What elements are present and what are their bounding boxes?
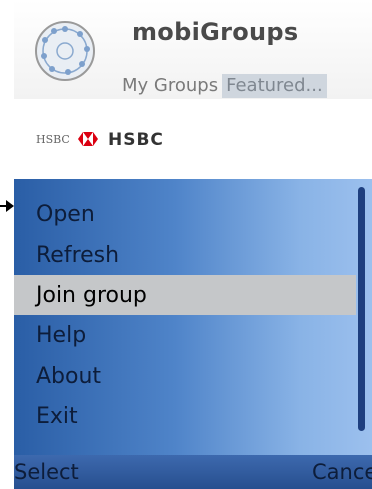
menu-item-exit[interactable]: Exit bbox=[14, 396, 356, 436]
menu-item-open[interactable]: Open bbox=[14, 194, 356, 234]
softkey-select[interactable]: Select bbox=[14, 460, 79, 484]
group-header: HSBC HSBC bbox=[14, 99, 372, 179]
group-logo-text: HSBC bbox=[36, 133, 70, 146]
options-menu: Open Refresh Join group Help About Exit bbox=[14, 179, 372, 455]
pointer-arrow-icon bbox=[0, 200, 14, 212]
tab-featured[interactable]: Featured... bbox=[222, 74, 327, 98]
menu-item-help[interactable]: Help bbox=[14, 315, 356, 355]
menu-scrollbar[interactable] bbox=[358, 187, 365, 431]
group-name: HSBC bbox=[108, 130, 164, 150]
app-title: mobiGroups bbox=[132, 18, 299, 46]
app-header: mobiGroups My Groups Featured... bbox=[14, 0, 372, 99]
softkey-cancel[interactable]: Cance bbox=[312, 460, 372, 484]
softkey-bar: Select Cance bbox=[14, 455, 372, 489]
phone-screen: mobiGroups My Groups Featured... HSBC HS… bbox=[0, 0, 372, 489]
tab-bar: My Groups Featured... bbox=[118, 74, 327, 98]
hsbc-hexagon-icon bbox=[78, 132, 98, 146]
menu-item-refresh[interactable]: Refresh bbox=[14, 235, 356, 275]
app-logo-icon bbox=[35, 21, 95, 81]
menu-item-join-group[interactable]: Join group bbox=[14, 275, 356, 315]
menu-item-about[interactable]: About bbox=[14, 356, 356, 396]
tab-my-groups[interactable]: My Groups bbox=[118, 74, 222, 98]
